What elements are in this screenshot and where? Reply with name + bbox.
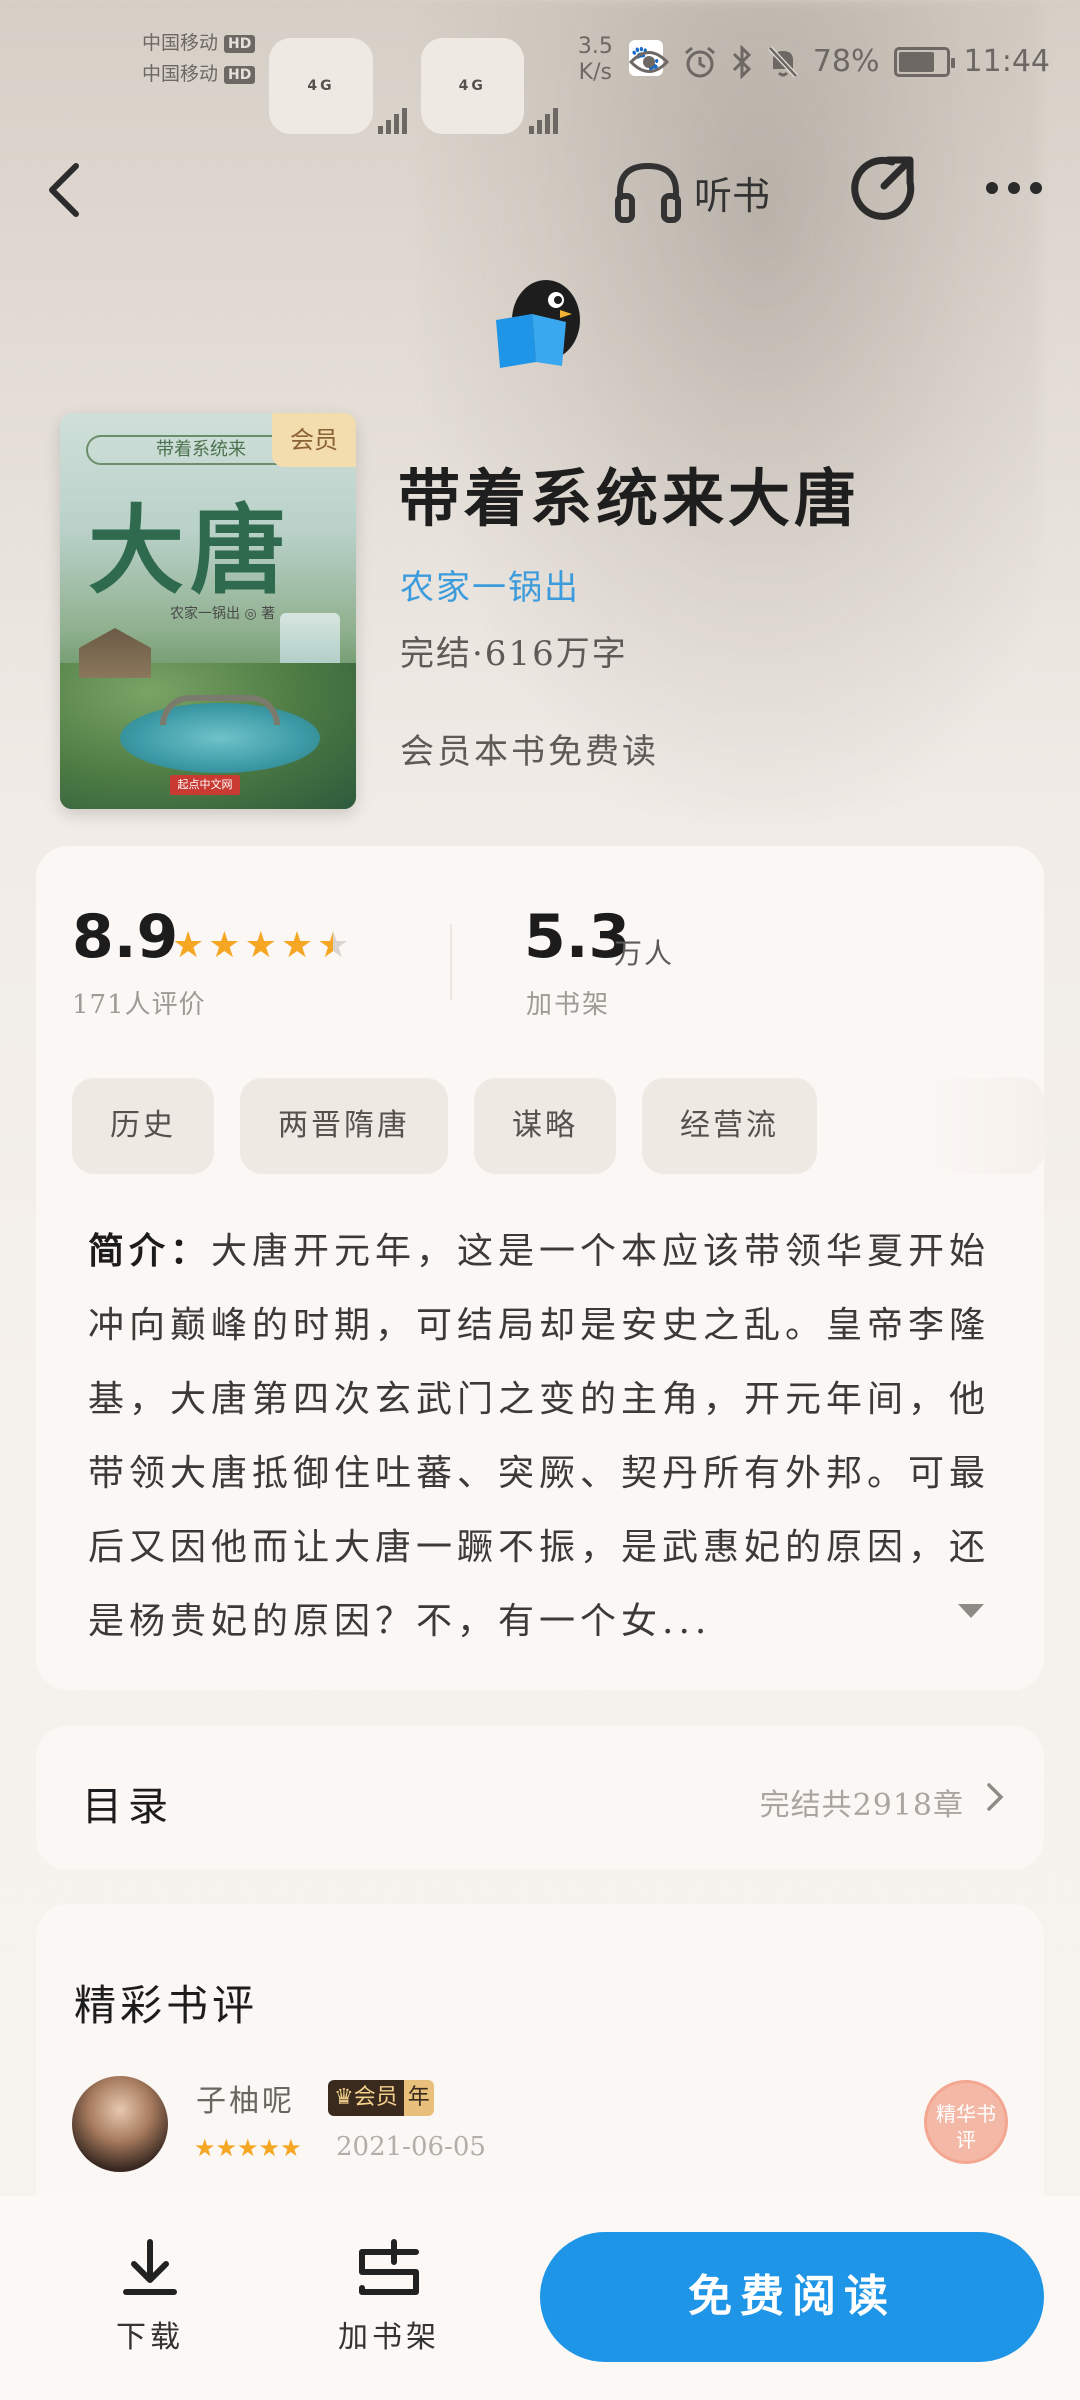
cover-author: 农家一锅出 ◎ 著 [170, 606, 276, 622]
status-left: 中国移动HD 中国移动HD 4G 4G 3.5 K/s 🐾 [142, 28, 663, 134]
battery-percent: 78% [812, 44, 880, 79]
vip-badge-sub: 年 [403, 2080, 434, 2116]
free-read-button[interactable]: 免费阅读 [540, 2232, 1044, 2362]
avatar[interactable] [72, 2076, 168, 2172]
share-icon[interactable] [848, 152, 920, 224]
shelf-label: 加书架 [526, 990, 611, 1020]
featured-review-stamp: 精华书评 [924, 2080, 1008, 2164]
carrier-2: 中国移动 [142, 63, 219, 85]
signal-icon: 4G [269, 38, 407, 134]
back-icon[interactable] [38, 158, 98, 222]
star-icon: ★ [172, 925, 205, 966]
status-right: 78% 11:44 [628, 44, 1050, 79]
shelf-unit: 万人 [614, 937, 675, 970]
tag-chip[interactable]: 两晋隋唐 [240, 1078, 448, 1174]
cover-publisher: 起点中文网 [170, 775, 240, 795]
hd-badge: HD [224, 65, 256, 84]
toc-meta: 完结共2918章 [759, 1788, 964, 1823]
rating-count[interactable]: 171人评价 [72, 984, 206, 1021]
listen-label: 听书 [694, 173, 771, 218]
rating-stars: ★ ★ ★ ★ ★ [172, 928, 349, 964]
book-intro[interactable]: 简介：大唐开元年，这是一个本应该带领华夏开始冲向巅峰的时期，可结局却是安史之乱。… [88, 1214, 1008, 1659]
info-card: 8.9 ★ ★ ★ ★ ★ 171人评价 5.3 万人 加书架 历史 两晋隋唐 … [36, 846, 1044, 1690]
review-date: 2021-06-05 [336, 2132, 486, 2162]
penguin-reader-icon [496, 280, 580, 368]
tag-scroll-fade [924, 1078, 1044, 1174]
clock: 11:44 [963, 44, 1050, 79]
carrier-info: 中国移动 HD 中国移动 HD [142, 28, 256, 90]
cover-bridge [160, 695, 280, 725]
bottom-bar: 下载 加书架 免费阅读 [0, 2196, 1080, 2400]
expand-icon[interactable] [956, 1602, 986, 1620]
bookshelf-add-icon [359, 2239, 419, 2295]
review-stars: ★★★★★ [194, 2134, 302, 2162]
review-header: 精彩书评 [74, 1981, 259, 2030]
star-icon: ★ [208, 925, 241, 966]
signal-icon: 4G [420, 38, 558, 134]
bluetooth-icon [732, 44, 751, 79]
eye-icon [628, 50, 669, 73]
book-status: 完结·616万字 [400, 634, 628, 674]
vip-corner-badge: 会员 [272, 413, 356, 467]
top-nav: 听书 [0, 140, 1080, 240]
vip-badge-main: ♛会员 [328, 2080, 404, 2116]
tag-list: 历史 两晋隋唐 谋略 经营流 [72, 1078, 817, 1174]
cover-house [79, 628, 151, 678]
rating-score: 8.9 [72, 902, 179, 972]
intro-label: 简介： [88, 1230, 212, 1272]
headphones-icon [615, 162, 681, 223]
half-star-icon: ★ [317, 925, 350, 966]
alarm-icon [684, 46, 715, 77]
download-label: 下载 [116, 2320, 184, 2355]
reviewer-name[interactable]: 子柚呢 [196, 2076, 295, 2120]
status-bar: 中国移动HD 中国移动HD 4G 4G 3.5 K/s 🐾 78% 11:44 [0, 0, 1080, 134]
star-icon: ★ [280, 925, 314, 966]
tag-chip[interactable]: 经营流 [642, 1078, 817, 1174]
star-icon: ★★★★★ [194, 2134, 302, 2162]
add-shelf-label: 加书架 [338, 2320, 440, 2355]
chevron-right-icon [987, 1783, 1004, 1811]
download-button[interactable]: 下载 [110, 2238, 190, 2356]
carrier-1: 中国移动 [142, 32, 219, 54]
toc-card[interactable]: 目录 完结共2918章 [36, 1726, 1044, 1870]
vip-free-text: 会员本书免费读 [400, 732, 659, 772]
download-icon [123, 2239, 177, 2295]
hd-badge: HD [224, 34, 256, 53]
divider [450, 924, 452, 1000]
more-icon[interactable] [982, 172, 1046, 204]
book-title: 带着系统来大唐 [398, 462, 861, 535]
add-shelf-button[interactable]: 加书架 [334, 2238, 444, 2356]
listen-button[interactable]: 听书 [612, 160, 770, 224]
toc-label: 目录 [82, 1784, 174, 1830]
author-link[interactable]: 农家一锅出 [400, 560, 580, 609]
intro-text: 大唐开元年，这是一个本应该带领华夏开始冲向巅峰的时期，可结局却是安史之乱。皇帝李… [88, 1231, 991, 1642]
vip-year-badge: ♛会员 年 [328, 2080, 434, 2116]
net-speed: 3.5 K/s [577, 34, 613, 85]
cover-title: 大唐 [88, 494, 292, 607]
tag-chip[interactable]: 谋略 [474, 1078, 616, 1174]
book-cover[interactable]: 带着系统来 大唐 农家一锅出 ◎ 著 起点中文网 会员 [60, 413, 356, 809]
star-icon: ★ [244, 925, 277, 966]
mute-icon [768, 45, 798, 78]
tag-chip[interactable]: 历史 [72, 1078, 214, 1174]
battery-icon [893, 46, 955, 77]
